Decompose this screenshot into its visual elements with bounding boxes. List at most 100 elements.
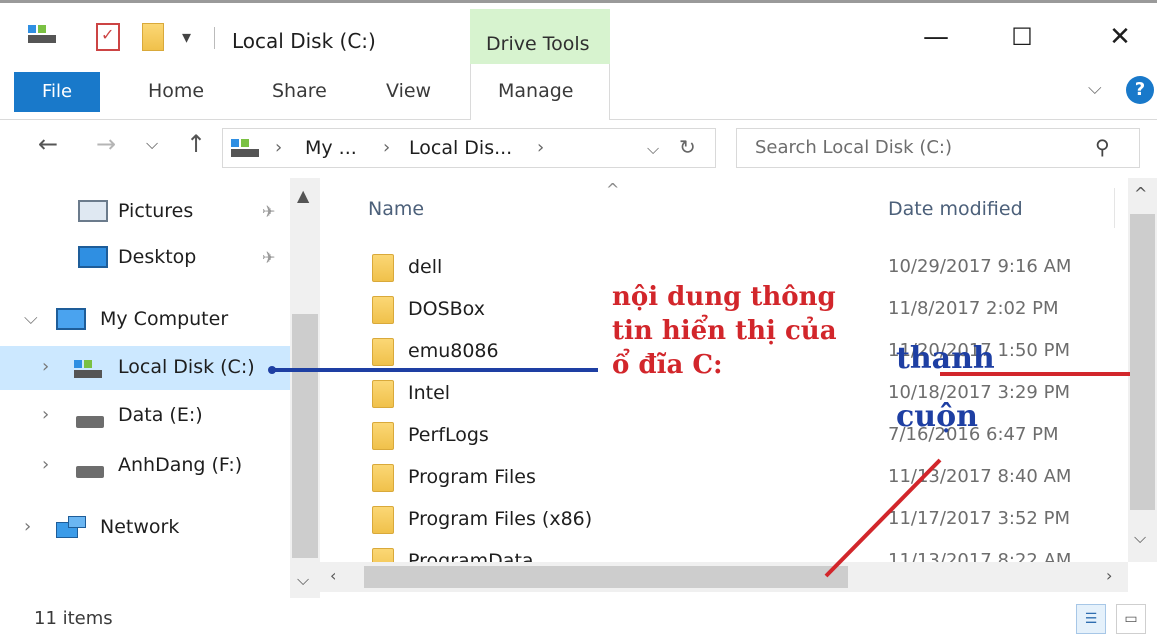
breadcrumb-segment[interactable]: Local Dis... [409,137,512,159]
forward-arrow-icon[interactable]: → [96,130,116,158]
folder-icon [372,548,394,562]
table-row[interactable]: ProgramData 11/13/2017 8:22 AM [360,542,1140,562]
drive-icon [76,416,104,428]
drive-icon [76,466,104,478]
minimize-button[interactable]: — [916,17,956,57]
nav-item-desktop[interactable]: Desktop ✈ [0,236,290,280]
file-list-vertical-scrollbar[interactable]: ^ ⌵ [1128,178,1157,562]
pin-icon[interactable]: ✈ [262,202,275,221]
folder-icon [372,506,394,534]
drive-icon [231,139,259,157]
scrollbar-thumb[interactable] [292,314,318,558]
file-name: emu8086 [408,340,499,362]
table-row[interactable]: Program Files (x86) 11/17/2017 3:52 PM [360,500,1140,542]
file-date: 11/13/2017 8:40 AM [888,466,1072,487]
large-icons-view-icon[interactable]: ▭ [1116,604,1146,634]
file-name: PerfLogs [408,424,489,446]
expand-chevron-icon[interactable]: › [24,516,31,537]
network-icon [56,516,88,540]
file-list-horizontal-scrollbar[interactable]: ‹ › [320,562,1128,592]
breadcrumb-separator-icon[interactable]: › [537,137,544,158]
folder-icon [372,422,394,450]
title-bar: ✓ ▾ Local Disk (C:) Drive Tools — ☐ ✕ [0,0,1157,67]
computer-icon [56,308,86,330]
ribbon-tabs: File Home Share View Manage ⌵ ? [0,64,1157,120]
nav-item-my-computer[interactable]: ⌵ My Computer [0,298,290,342]
nav-item-label: Pictures [118,200,194,222]
scroll-up-icon[interactable]: ^ [1134,184,1147,203]
scroll-right-icon[interactable]: › [1106,566,1112,585]
recent-locations-chevron-icon[interactable]: ⌵ [146,134,158,154]
nav-item-label: Desktop [118,246,197,268]
close-button[interactable]: ✕ [1100,17,1140,57]
nav-item-label: Data (E:) [118,404,203,426]
window-title: Local Disk (C:) [232,29,376,53]
search-input[interactable]: Search Local Disk (C:) ⚲ [736,128,1140,168]
tab-manage[interactable]: Manage [498,80,573,102]
breadcrumb-separator-icon[interactable]: › [383,137,390,158]
nav-item-label: Network [100,516,180,538]
folder-icon [372,338,394,366]
nav-item-network[interactable]: › Network [0,506,290,550]
scrollbar-thumb[interactable] [1130,214,1155,510]
navigation-row: ← → ⌵ ↑ › My ... › Local Dis... › ⌵ ↻ Se… [0,120,1157,178]
table-row[interactable]: Program Files 11/13/2017 8:40 AM [360,458,1140,500]
folder-icon [372,296,394,324]
tab-home[interactable]: Home [148,80,204,102]
file-name: Program Files [408,466,536,488]
search-placeholder: Search Local Disk (C:) [755,137,952,158]
annotation-scrollbar-label: thanh cuộn [896,341,995,434]
file-name: Intel [408,382,451,404]
expand-chevron-icon[interactable]: › [42,356,49,377]
help-icon[interactable]: ? [1126,76,1154,104]
column-divider[interactable] [1114,188,1115,228]
nav-item-data-e[interactable]: › Data (E:) [0,394,290,438]
folder-icon [372,254,394,282]
new-folder-icon[interactable] [142,23,164,51]
collapse-chevron-icon[interactable]: ⌵ [24,308,38,329]
tab-share[interactable]: Share [272,80,327,102]
breadcrumb-segment[interactable]: My ... [305,137,357,159]
folder-icon [372,464,394,492]
annotation-content-label: nội dung thông tin hiển thị của ổ đĩa C: [612,282,837,380]
scroll-up-icon[interactable]: ▲ [297,186,309,205]
expand-chevron-icon[interactable]: › [42,404,49,425]
up-arrow-icon[interactable]: ↑ [186,130,206,158]
properties-icon[interactable]: ✓ [96,23,120,51]
folder-icon [372,380,394,408]
scroll-down-icon[interactable]: ⌵ [1134,528,1146,548]
breadcrumb-separator-icon[interactable]: › [275,137,282,158]
tab-view[interactable]: View [386,80,431,102]
address-bar[interactable]: › My ... › Local Dis... › ⌵ ↻ [222,128,716,168]
desktop-icon [78,246,108,268]
file-date: 10/29/2017 9:16 AM [888,256,1072,277]
drive-icon [28,25,56,43]
navigation-pane-scrollbar[interactable]: ▲ ⌵ [290,178,320,598]
file-name: Program Files (x86) [408,508,593,530]
scroll-left-icon[interactable]: ‹ [330,566,336,585]
nav-item-pictures[interactable]: Pictures ✈ [0,190,290,234]
context-tab-group: Drive Tools [470,9,610,67]
file-name: DOSBox [408,298,485,320]
maximize-button[interactable]: ☐ [1002,17,1042,57]
refresh-icon[interactable]: ↻ [679,135,696,159]
status-bar: 11 items ☰ ▭ [0,598,1157,640]
column-header-date-modified[interactable]: Date modified [888,198,1023,220]
pin-icon[interactable]: ✈ [262,248,275,267]
column-header-name[interactable]: Name [368,198,424,220]
back-arrow-icon[interactable]: ← [38,130,58,158]
search-icon[interactable]: ⚲ [1095,135,1110,159]
context-tab-group-label: Drive Tools [486,33,590,55]
customize-toolbar-icon[interactable]: ▾ [182,27,191,48]
expand-chevron-icon[interactable]: › [42,454,49,475]
nav-item-local-disk-c[interactable]: › Local Disk (C:) [0,346,290,390]
scroll-down-icon[interactable]: ⌵ [297,570,309,590]
navigation-pane: Pictures ✈ Desktop ✈ ⌵ My Computer › Loc… [0,178,320,598]
file-date: 11/17/2017 3:52 PM [888,508,1070,529]
address-dropdown-chevron-icon[interactable]: ⌵ [647,139,659,159]
expand-ribbon-chevron-icon[interactable]: ⌵ [1088,78,1102,99]
tab-file[interactable]: File [14,72,100,112]
scrollbar-thumb[interactable] [364,566,848,588]
details-view-icon[interactable]: ☰ [1076,604,1106,634]
nav-item-anhdang-f[interactable]: › AnhDang (F:) [0,444,290,488]
